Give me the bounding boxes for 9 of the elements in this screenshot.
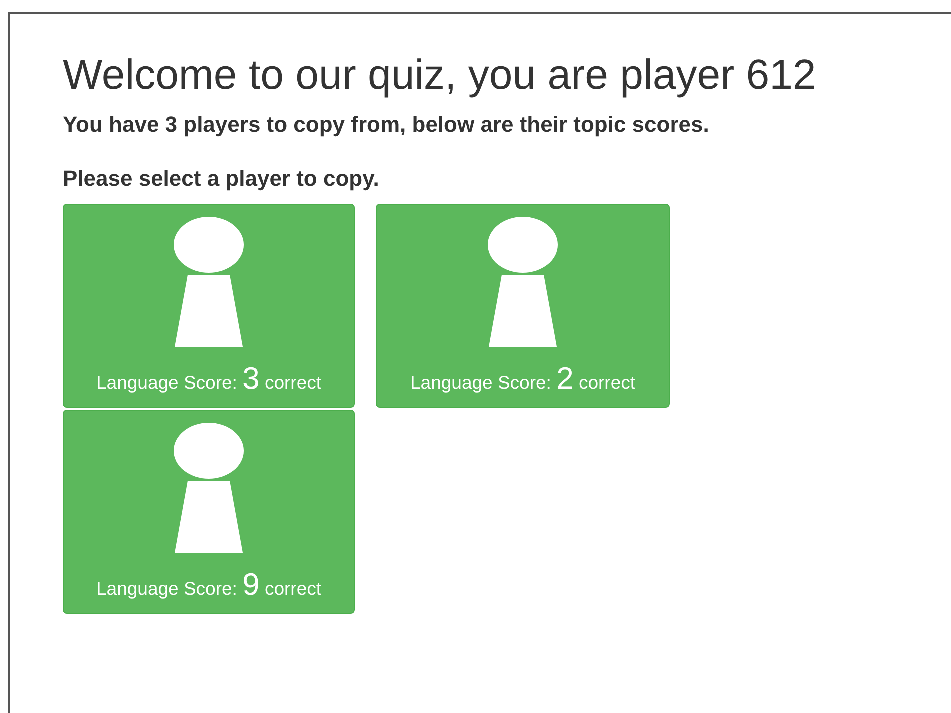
player-card[interactable]: Language Score: 2 correct [376,204,670,408]
page-title: Welcome to our quiz, you are player 612 [63,50,818,100]
instruction-text: Please select a player to copy. [63,166,380,192]
player-card[interactable]: Language Score: 3 correct [63,204,355,408]
person-icon [173,217,245,348]
player-card[interactable]: Language Score: 9 correct [63,410,355,614]
person-icon [173,423,245,554]
person-icon [487,217,559,348]
subtitle: You have 3 players to copy from, below are their topic scores. [63,112,710,138]
